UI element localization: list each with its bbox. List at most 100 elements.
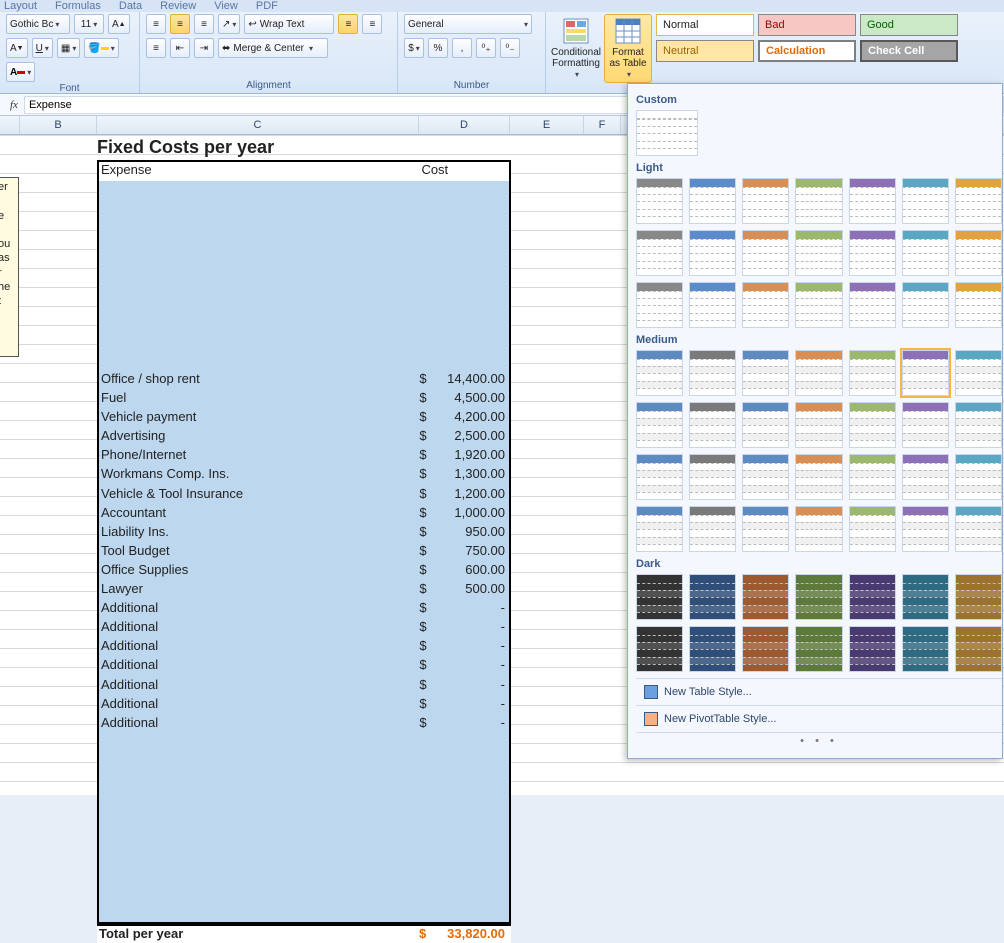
table-style-swatch[interactable]	[955, 574, 1002, 620]
table-row[interactable]: Additional$-	[99, 619, 509, 638]
tab-formulas[interactable]: Formulas	[55, 0, 101, 12]
table-row[interactable]: Vehicle payment$4,200.00	[99, 409, 509, 428]
decrease-decimal-button[interactable]: ⁰₋	[500, 38, 520, 58]
table-row[interactable]: Additional$-	[99, 638, 509, 657]
table-style-swatch[interactable]	[742, 230, 789, 276]
table-style-swatch[interactable]	[689, 506, 736, 552]
font-size-select[interactable]: 11▾	[74, 14, 104, 34]
table-style-swatch[interactable]	[955, 402, 1002, 448]
borders-button[interactable]: ▦▾	[57, 38, 80, 58]
table-row[interactable]: Office Supplies$600.00	[99, 562, 509, 581]
table-style-swatch[interactable]	[636, 350, 683, 396]
table-style-swatch[interactable]	[849, 454, 896, 500]
cell-style-good[interactable]: Good	[860, 14, 958, 36]
column-header-C[interactable]: C	[97, 116, 419, 134]
table-style-swatch[interactable]	[795, 282, 842, 328]
table-style-swatch[interactable]	[849, 282, 896, 328]
table-style-swatch[interactable]	[849, 506, 896, 552]
table-style-swatch[interactable]	[849, 402, 896, 448]
table-style-swatch[interactable]	[636, 110, 698, 156]
orientation-button[interactable]: ↗▾	[218, 14, 240, 34]
table-style-swatch[interactable]	[795, 506, 842, 552]
wrap-text-button[interactable]: ↩Wrap Text	[244, 14, 334, 34]
table-style-swatch[interactable]	[902, 282, 949, 328]
table-style-swatch[interactable]	[636, 574, 683, 620]
table-row[interactable]: Liability Ins.$950.00	[99, 524, 509, 543]
number-format-select[interactable]: General▾	[404, 14, 532, 34]
align-left-button[interactable]: ≡	[338, 14, 358, 34]
table-style-swatch[interactable]	[689, 626, 736, 672]
table-row[interactable]: Additional$-	[99, 600, 509, 619]
table-style-swatch[interactable]	[849, 574, 896, 620]
table-style-swatch[interactable]	[902, 350, 949, 396]
table-style-swatch[interactable]	[636, 626, 683, 672]
table-row[interactable]: Vehicle & Tool Insurance$1,200.00	[99, 486, 509, 505]
table-style-swatch[interactable]	[636, 282, 683, 328]
table-style-swatch[interactable]	[795, 574, 842, 620]
new-pivottable-style[interactable]: New PivotTable Style...	[636, 705, 1002, 732]
select-all-corner[interactable]	[0, 116, 20, 134]
table-style-swatch[interactable]	[742, 282, 789, 328]
table-row[interactable]: Lawyer$500.00	[99, 581, 509, 600]
table-style-swatch[interactable]	[636, 454, 683, 500]
table-style-swatch[interactable]	[636, 178, 683, 224]
table-style-swatch[interactable]	[742, 402, 789, 448]
table-style-swatch[interactable]	[902, 402, 949, 448]
table-row[interactable]: Additional$-	[99, 657, 509, 676]
table-style-swatch[interactable]	[689, 402, 736, 448]
table-row[interactable]: Fuel$4,500.00	[99, 390, 509, 409]
align-right-button[interactable]: ≡	[146, 38, 166, 58]
tab-review[interactable]: Review	[160, 0, 196, 12]
table-style-swatch[interactable]	[742, 454, 789, 500]
table-style-swatch[interactable]	[636, 230, 683, 276]
table-row[interactable]: Phone/Internet$1,920.00	[99, 447, 509, 466]
table-style-swatch[interactable]	[636, 506, 683, 552]
table-style-swatch[interactable]	[849, 350, 896, 396]
table-style-swatch[interactable]	[795, 350, 842, 396]
table-style-swatch[interactable]	[849, 626, 896, 672]
align-center-button[interactable]: ≡	[362, 14, 382, 34]
decrease-indent-button[interactable]: ⇤	[170, 38, 190, 58]
align-top-button[interactable]: ≡	[146, 14, 166, 34]
table-style-swatch[interactable]	[742, 506, 789, 552]
fill-color-button[interactable]: 🪣▾	[84, 38, 118, 58]
increase-indent-button[interactable]: ⇥	[194, 38, 214, 58]
table-row[interactable]: Advertising$2,500.00	[99, 428, 509, 447]
table-style-swatch[interactable]	[849, 230, 896, 276]
percent-button[interactable]: %	[428, 38, 448, 58]
cell-style-bad[interactable]: Bad	[758, 14, 856, 36]
grow-font-button[interactable]: A▲	[108, 14, 130, 34]
table-style-swatch[interactable]	[849, 178, 896, 224]
resize-grip[interactable]: • • •	[636, 732, 1002, 749]
table-style-swatch[interactable]	[955, 506, 1002, 552]
comma-button[interactable]: ,	[452, 38, 472, 58]
font-color-button[interactable]: A▾	[6, 62, 35, 82]
table-style-swatch[interactable]	[795, 178, 842, 224]
font-family-select[interactable]: Gothic Bc▾	[6, 14, 70, 34]
table-style-swatch[interactable]	[902, 574, 949, 620]
table-style-swatch[interactable]	[955, 178, 1002, 224]
format-as-table-button[interactable]: Format as Table▾	[604, 14, 652, 83]
column-header-E[interactable]: E	[510, 116, 584, 134]
table-style-swatch[interactable]	[689, 350, 736, 396]
table-style-swatch[interactable]	[689, 282, 736, 328]
table-style-swatch[interactable]	[795, 626, 842, 672]
column-header-B[interactable]: B	[20, 116, 97, 134]
increase-decimal-button[interactable]: ⁰₊	[476, 38, 496, 58]
table-style-swatch[interactable]	[955, 282, 1002, 328]
table-style-swatch[interactable]	[742, 350, 789, 396]
table-style-swatch[interactable]	[689, 230, 736, 276]
cell-style-check-cell[interactable]: Check Cell	[860, 40, 958, 62]
table-style-swatch[interactable]	[689, 454, 736, 500]
table-row[interactable]: Office / shop rent$14,400.00	[99, 371, 509, 390]
tab-data[interactable]: Data	[119, 0, 142, 12]
table-style-swatch[interactable]	[742, 626, 789, 672]
currency-button[interactable]: $▾	[404, 38, 424, 58]
table-row[interactable]: Additional$-	[99, 677, 509, 696]
table-style-swatch[interactable]	[689, 574, 736, 620]
table-row[interactable]: Accountant$1,000.00	[99, 505, 509, 524]
table-style-swatch[interactable]	[636, 402, 683, 448]
cell-style-normal[interactable]: Normal	[656, 14, 754, 36]
table-style-swatch[interactable]	[902, 454, 949, 500]
tab-view[interactable]: View	[214, 0, 238, 12]
